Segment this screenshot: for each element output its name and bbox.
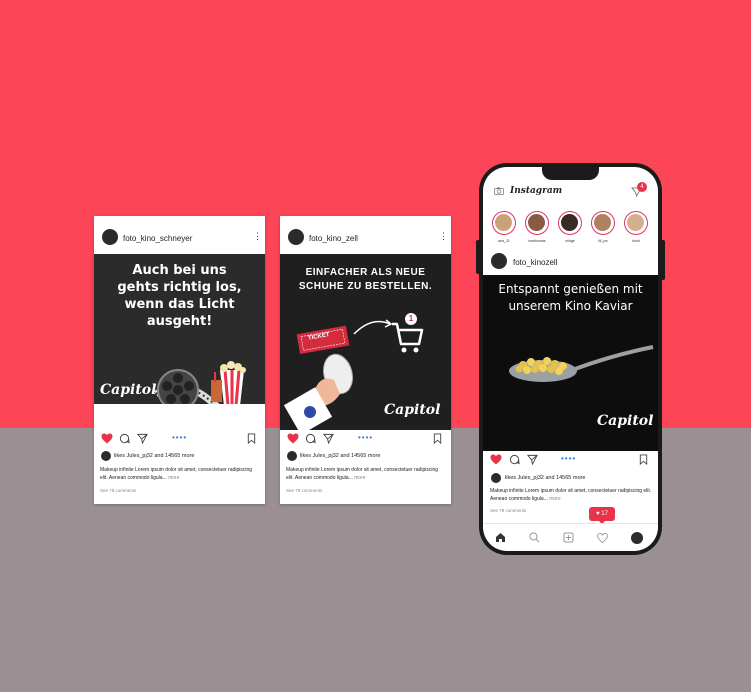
- more-link[interactable]: more: [549, 496, 560, 502]
- phone-screen: Instagram 4 ana_21 tomthomas midge lili_…: [483, 167, 658, 551]
- story-avatar[interactable]: [624, 211, 648, 235]
- more-options-icon[interactable]: ⋮: [439, 232, 448, 241]
- comment-icon[interactable]: [509, 454, 520, 465]
- app-title: Instagram: [510, 186, 563, 196]
- story-avatar[interactable]: [492, 211, 516, 235]
- search-icon[interactable]: [529, 532, 540, 543]
- more-link[interactable]: more: [168, 475, 179, 481]
- post-headline: Auch bei uns gehts richtig los, wenn das…: [117, 263, 242, 329]
- username[interactable]: foto_kino_schneyer: [123, 234, 192, 243]
- spoon-illustration: [509, 345, 654, 382]
- share-icon[interactable]: [323, 433, 334, 444]
- liker-avatar: [101, 451, 111, 461]
- heart-icon[interactable]: [101, 433, 113, 444]
- profile-avatar[interactable]: [631, 532, 643, 544]
- username[interactable]: foto_kino_zell: [309, 234, 358, 243]
- likes-count[interactable]: likes Jules_pj32 and 14565 more: [114, 453, 194, 459]
- bookmark-icon[interactable]: [433, 433, 442, 444]
- carousel-dots: ••••: [561, 454, 577, 463]
- capitol-logo: Capitol: [597, 413, 654, 429]
- see-comments-link[interactable]: See 78 comments: [100, 488, 136, 493]
- post-actions: ••••: [94, 430, 265, 448]
- post-image: Entspannt genießen mit unserem Kino Kavi…: [483, 275, 658, 451]
- story-avatar[interactable]: [558, 211, 582, 235]
- capitol-logo: Capitol: [100, 382, 157, 398]
- username[interactable]: foto_kinozell: [513, 258, 557, 267]
- phone-notch: [542, 167, 599, 180]
- likes-count[interactable]: likes Jules_pj32 and 14565 more: [300, 453, 380, 459]
- post-headline: EINFACHER ALS NEUE SCHUHE ZU BESTELLEN.: [298, 267, 433, 292]
- story-photo: [495, 214, 512, 231]
- heart-icon[interactable]: [490, 454, 502, 465]
- bottom-nav: [483, 523, 658, 551]
- share-icon[interactable]: [137, 433, 148, 444]
- post-caption: Makeup infinite Lorem ipsum dolor sit am…: [286, 467, 446, 482]
- phone-mockup: Instagram 4 ana_21 tomthomas midge lili_…: [479, 163, 662, 555]
- post-header: foto_kino_schneyer ⋮: [94, 216, 265, 250]
- avatar[interactable]: [102, 229, 118, 245]
- likes-count[interactable]: likes Jules_pj32 and 14565 more: [505, 475, 585, 481]
- comment-icon[interactable]: [119, 433, 130, 444]
- post-headline: Entspannt genießen mit unserem Kino Kavi…: [498, 282, 643, 313]
- add-post-icon[interactable]: [563, 532, 574, 543]
- bookmark-icon[interactable]: [247, 433, 256, 444]
- notification-badge: 4: [637, 182, 647, 192]
- like-notification-popup[interactable]: ♥ 17: [589, 507, 615, 521]
- more-link[interactable]: more: [354, 475, 365, 481]
- carousel-dots: ••••: [172, 433, 188, 442]
- more-options-icon[interactable]: ⋮: [253, 232, 262, 241]
- comment-icon[interactable]: [305, 433, 316, 444]
- post-image: EINFACHER ALS NEUE SCHUHE ZU BESTELLEN. …: [280, 254, 451, 430]
- liker-avatar: [491, 473, 501, 483]
- liker-avatar: [287, 451, 297, 461]
- story-avatar[interactable]: [525, 211, 549, 235]
- capitol-logo: Capitol: [384, 402, 441, 418]
- story-photo: [627, 214, 644, 231]
- story-photo: [528, 214, 545, 231]
- see-comments-link[interactable]: See 78 comments: [286, 488, 322, 493]
- story-label: ana_21: [498, 239, 510, 243]
- post-image: Auch bei uns gehts richtig los, wenn das…: [94, 254, 265, 404]
- home-icon[interactable]: [495, 532, 506, 543]
- post-header: foto_kino_zell ⋮: [280, 216, 451, 250]
- carousel-dots: ••••: [358, 433, 374, 442]
- see-comments-link[interactable]: See 78 comments: [490, 508, 526, 513]
- story-avatar[interactable]: [591, 211, 615, 235]
- activity-heart-icon[interactable]: [597, 533, 608, 543]
- post-card-1: foto_kino_schneyer ⋮ Auch bei uns gehts …: [94, 216, 265, 504]
- like-count: 17: [601, 511, 608, 517]
- heart-icon[interactable]: [287, 433, 299, 444]
- story-label: tomthomas: [528, 239, 546, 243]
- post-actions: ••••: [280, 430, 451, 448]
- camera-icon[interactable]: [494, 187, 504, 195]
- bookmark-icon[interactable]: [639, 454, 648, 465]
- avatar[interactable]: [288, 229, 304, 245]
- story-label: kristi: [632, 239, 640, 243]
- post-card-2: foto_kino_zell ⋮ EINFACHER ALS NEUE SCHU…: [280, 216, 451, 504]
- story-label: midge: [565, 239, 575, 243]
- caption-text: Makeup infinite Lorem ipsum dolor sit am…: [490, 488, 652, 502]
- story-label: lili_jos: [598, 239, 608, 243]
- story-photo: [594, 214, 611, 231]
- post-caption: Makeup infinite Lorem ipsum dolor sit am…: [490, 488, 652, 503]
- share-icon[interactable]: [527, 454, 538, 465]
- post-caption: Makeup infinite Lorem ipsum dolor sit am…: [100, 467, 260, 482]
- story-photo: [561, 214, 578, 231]
- cart-badge: 1: [405, 313, 417, 325]
- avatar[interactable]: [491, 253, 507, 269]
